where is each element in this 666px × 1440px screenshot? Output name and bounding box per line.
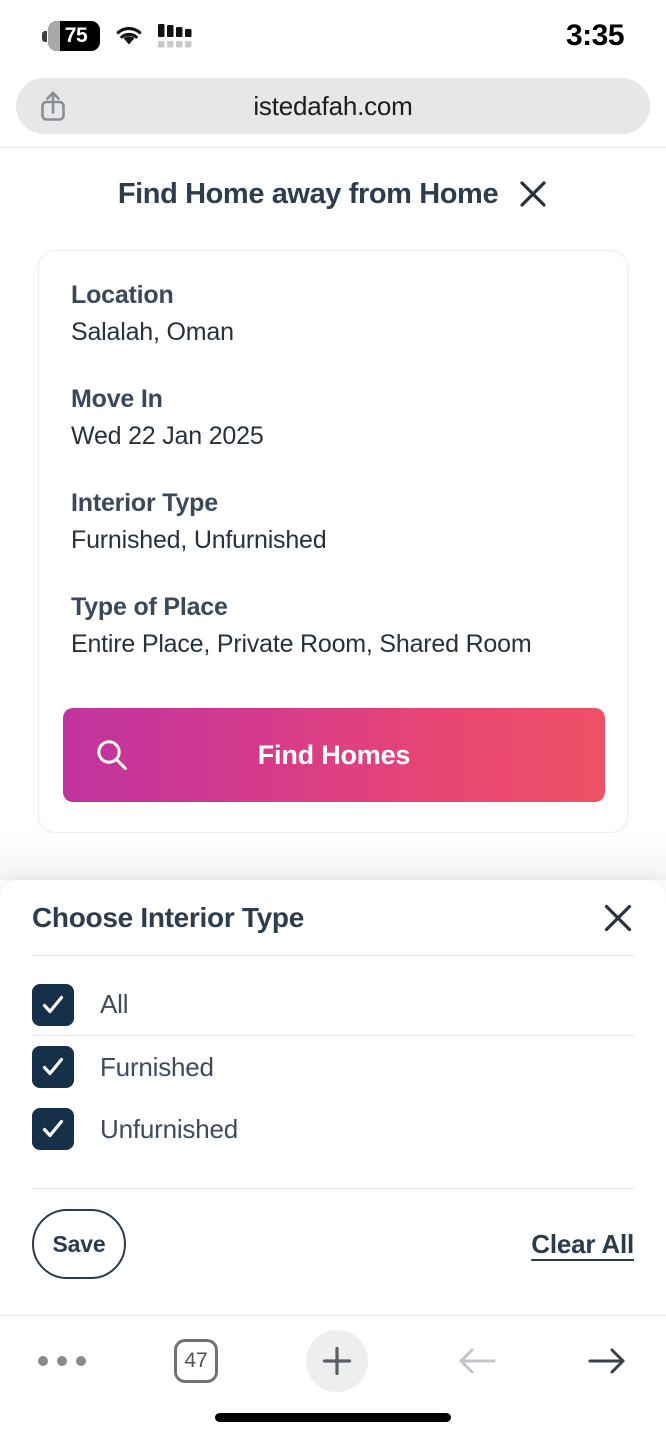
field-label: Move In	[71, 385, 163, 413]
url-bar-divider	[0, 147, 666, 148]
field-label: Location	[71, 281, 174, 309]
browser-url-bar-container: istedafah.com	[0, 78, 666, 146]
find-homes-label: Find Homes	[257, 739, 411, 770]
signal-bars-icon	[158, 24, 192, 48]
url-text[interactable]: istedafah.com	[16, 91, 650, 122]
status-bar: 75 3:35	[0, 0, 666, 72]
search-icon	[97, 740, 127, 770]
tab-switcher-button[interactable]: 47	[174, 1339, 218, 1383]
option-row-unfurnished[interactable]: Unfurnished	[32, 1098, 634, 1160]
option-label: Unfurnished	[100, 1113, 238, 1144]
more-options-button[interactable]	[38, 1356, 86, 1366]
close-icon[interactable]	[518, 179, 548, 209]
field-value: Furnished, Unfurnished	[71, 526, 327, 554]
tab-count-label: 47	[174, 1339, 218, 1383]
sheet-footer: Save Clear All	[32, 1189, 634, 1299]
check-icon	[42, 1057, 64, 1076]
page-header: Find Home away from Home	[0, 163, 666, 225]
sheet-header: Choose Interior Type	[32, 880, 634, 955]
field-interior-type[interactable]: Interior Type Furnished, Unfurnished	[71, 489, 595, 555]
interior-type-option-list: All Furnished Unfurnished	[32, 956, 634, 1160]
arrow-right-icon	[588, 1348, 625, 1374]
option-label: Furnished	[100, 1051, 214, 1082]
sheet-title: Choose Interior Type	[32, 901, 304, 933]
forward-button[interactable]	[586, 1345, 628, 1377]
home-indicator	[215, 1413, 451, 1422]
battery-nub	[42, 30, 47, 42]
option-row-furnished[interactable]: Furnished	[32, 1036, 634, 1098]
wifi-icon	[116, 27, 142, 45]
field-location[interactable]: Location Salalah, Oman	[71, 281, 595, 347]
status-bar-clock: 3:35	[565, 19, 625, 52]
new-tab-circle	[306, 1330, 368, 1392]
field-value: Salalah, Oman	[71, 318, 234, 346]
option-label: All	[100, 989, 129, 1019]
share-icon[interactable]	[40, 90, 66, 122]
field-label: Interior Type	[71, 489, 218, 517]
checkbox-all[interactable]	[32, 983, 74, 1026]
clear-all-link[interactable]: Clear All	[531, 1229, 634, 1260]
field-type-of-place[interactable]: Type of Place Entire Place, Private Room…	[71, 593, 595, 659]
battery-body: 75	[48, 21, 100, 51]
battery-level-label: 75	[64, 24, 88, 47]
field-value: Wed 22 Jan 2025	[71, 422, 264, 450]
field-value: Entire Place, Private Room, Shared Room	[71, 630, 532, 658]
check-icon	[42, 995, 64, 1013]
field-label: Type of Place	[71, 593, 228, 621]
arrow-left-icon	[459, 1348, 496, 1374]
browser-toolbar: 47	[0, 1316, 666, 1406]
status-bar-left-group: 75	[42, 21, 194, 51]
more-dots-icon	[38, 1356, 86, 1366]
option-row-all[interactable]: All	[32, 974, 634, 1036]
search-summary-card: Location Salalah, Oman Move In Wed 22 Ja…	[38, 250, 628, 833]
close-icon[interactable]	[602, 902, 634, 934]
mobile-browser-screen: 75 3:35 istedafah.com Find Home away fro…	[0, 0, 666, 1440]
find-homes-button[interactable]: Find Homes	[63, 708, 605, 802]
page-title: Find Home away from Home	[117, 177, 499, 210]
check-icon	[42, 1119, 64, 1138]
interior-type-bottom-sheet: Choose Interior Type All Furnished Unfur…	[0, 880, 666, 1315]
save-button[interactable]: Save	[32, 1209, 126, 1279]
field-move-in[interactable]: Move In Wed 22 Jan 2025	[71, 385, 595, 451]
url-bar[interactable]: istedafah.com	[16, 78, 650, 134]
battery-icon: 75	[42, 21, 100, 51]
plus-icon	[322, 1346, 352, 1376]
back-button[interactable]	[456, 1345, 498, 1377]
checkbox-unfurnished[interactable]	[32, 1108, 74, 1150]
checkbox-furnished[interactable]	[32, 1046, 74, 1088]
new-tab-button[interactable]	[306, 1330, 368, 1392]
sheet-backdrop-gap	[0, 833, 666, 880]
